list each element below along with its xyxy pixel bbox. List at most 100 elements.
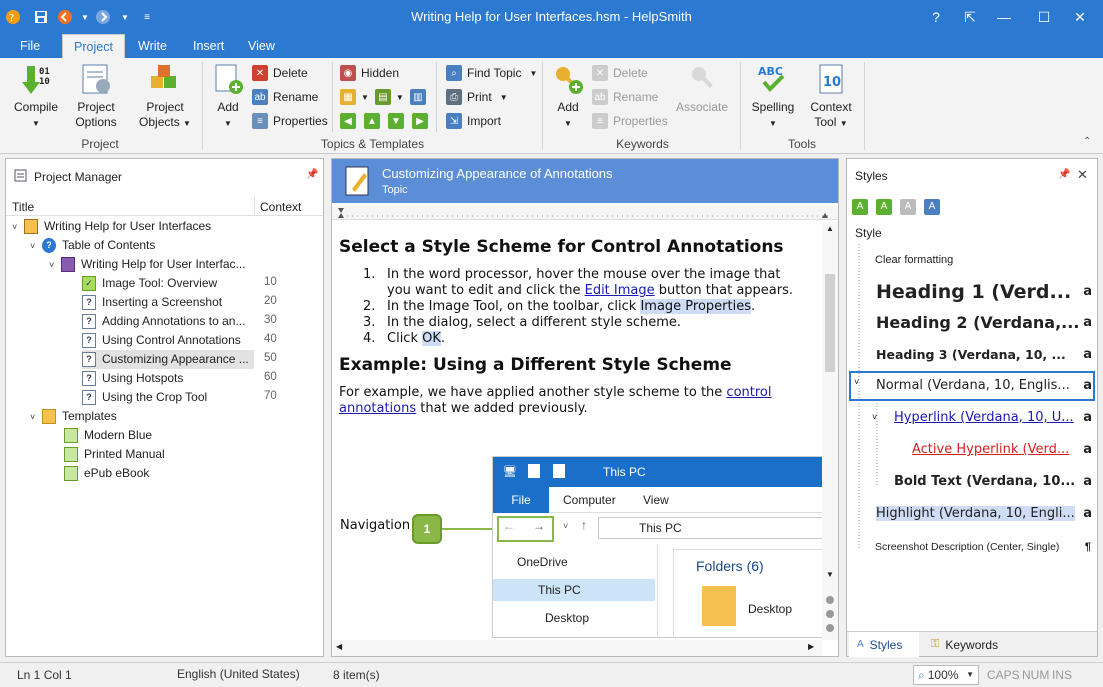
zoom-select[interactable]: ⌕ 100% ▼ — [913, 665, 979, 685]
chevron-down-icon[interactable]: ˅ — [30, 408, 42, 427]
pin-icon[interactable]: 📌 — [306, 169, 318, 180]
move-up-icon[interactable]: ▲ — [364, 113, 380, 129]
find-topic-button[interactable]: ⌕ Find Topic ▼ — [446, 63, 537, 83]
new-child-style-icon[interactable]: A — [876, 199, 892, 215]
move-right-icon[interactable]: ▶ — [412, 113, 428, 129]
ruler[interactable] — [332, 206, 838, 220]
layout-icon[interactable]: ▥ — [409, 89, 426, 105]
grid-icon[interactable]: ▦ — [340, 89, 356, 105]
edit-style-icon[interactable]: A — [924, 199, 940, 215]
keyword-properties-button[interactable]: ≡ Properties — [592, 111, 668, 131]
collapse-ribbon-icon[interactable]: ⌃ — [1083, 136, 1091, 147]
add-topic-button[interactable]: Add ▼ — [208, 62, 248, 131]
add-keyword-button[interactable]: Add ▼ — [548, 62, 588, 131]
maximize-button[interactable]: ☐ — [1027, 0, 1061, 34]
delete-keyword-button[interactable]: ✕ Delete — [592, 63, 648, 83]
tree-topic[interactable]: ? Using the Crop Tool — [82, 388, 207, 407]
document-body[interactable]: Select a Style Scheme for Control Annota… — [339, 237, 819, 417]
scroll-right-icon[interactable]: ▶ — [808, 642, 814, 651]
tree-topic[interactable]: ? Adding Annotations to an... — [82, 312, 245, 331]
chevron-down-icon[interactable]: ˅ — [854, 377, 859, 387]
style-highlight[interactable]: Highlight (Verdana, 10, Engli... a — [876, 504, 1092, 528]
customize-icon[interactable]: ≡ — [138, 8, 156, 26]
tree-topic[interactable]: ? Using Hotspots — [82, 369, 183, 388]
associate-button[interactable]: Associate — [674, 62, 730, 115]
tree-topic[interactable]: ? Using Control Annotations — [82, 331, 241, 350]
column-title[interactable]: Title — [12, 200, 34, 214]
template-icon[interactable]: ▤ — [374, 89, 391, 105]
browse-object-icon[interactable] — [826, 610, 834, 618]
column-context[interactable]: Context — [260, 200, 301, 214]
move-left-icon[interactable]: ◀ — [340, 113, 356, 129]
context-tool-button[interactable]: 10 Context Tool ▼ — [804, 62, 858, 131]
import-button[interactable]: ⇲ Import — [446, 111, 501, 131]
chevron-down-icon[interactable]: ˅ — [30, 237, 42, 256]
app-icon[interactable]: ? — [4, 8, 22, 26]
tree-template[interactable]: Modern Blue — [64, 426, 152, 445]
forward-icon[interactable] — [94, 8, 112, 26]
project-options-button[interactable]: Project Options — [68, 62, 124, 130]
back-dropdown-icon[interactable]: ▼ — [76, 8, 94, 26]
style-hyperlink[interactable]: Hyperlink (Verdana, 10, U... a — [894, 408, 1092, 432]
style-heading1[interactable]: Heading 1 (Verd... a — [876, 278, 1092, 306]
tab-insert[interactable]: Insert — [185, 34, 232, 58]
minimize-button[interactable]: — — [987, 0, 1021, 34]
control-link[interactable]: control — [726, 385, 771, 400]
tree-templates-folder[interactable]: ˅ Templates — [30, 407, 117, 426]
vertical-scrollbar[interactable]: ▲ ▼ — [822, 222, 838, 640]
project-objects-button[interactable]: Project Objects ▼ — [135, 62, 195, 131]
rename-keyword-button[interactable]: ab Rename — [592, 87, 658, 107]
scroll-left-icon[interactable]: ◀ — [336, 642, 342, 651]
style-heading3[interactable]: Heading 3 (Verdana, 10, ... a — [876, 344, 1092, 368]
close-icon[interactable]: ✕ — [1077, 167, 1088, 183]
tab-keywords[interactable]: ⚿ Keywords — [929, 632, 1019, 657]
style-clear-formatting[interactable]: Clear formatting — [875, 251, 1103, 275]
spelling-button[interactable]: ABC Spelling ▼ — [746, 62, 800, 131]
close-button[interactable]: ✕ — [1063, 0, 1097, 34]
tab-write[interactable]: Write — [130, 34, 175, 58]
pin-icon[interactable]: 📌 — [1058, 169, 1070, 180]
tree-template[interactable]: Printed Manual — [64, 445, 165, 464]
tree-topic[interactable]: ✓ Image Tool: Overview — [82, 274, 217, 293]
back-icon[interactable] — [56, 8, 74, 26]
language-indicator[interactable]: English (United States) — [177, 667, 300, 681]
browse-next-icon[interactable] — [826, 624, 834, 632]
tab-styles[interactable]: A Styles — [849, 632, 919, 657]
scroll-up-icon[interactable]: ▲ — [822, 224, 838, 233]
tab-view[interactable]: View — [240, 34, 283, 58]
horizontal-scrollbar[interactable]: ◀ ▶ — [332, 640, 822, 656]
tree-topic-selected[interactable]: ? Customizing Appearance ... — [82, 350, 254, 369]
tree-toc[interactable]: ˅? Table of Contents — [30, 236, 155, 255]
style-normal[interactable]: Normal (Verdana, 10, Englis... a — [876, 376, 1092, 400]
chevron-down-icon[interactable]: ˅ — [49, 256, 61, 275]
style-bold-text[interactable]: Bold Text (Verdana, 10... a — [894, 472, 1092, 496]
hidden-button[interactable]: ◉ Hidden — [340, 63, 399, 83]
help-button[interactable]: ? — [919, 0, 953, 34]
rename-topic-button[interactable]: ab Rename — [252, 87, 318, 107]
print-button[interactable]: ⎙ Print ▼ — [446, 87, 508, 107]
forward-dropdown-icon[interactable]: ▼ — [116, 8, 134, 26]
delete-topic-button[interactable]: ✕ Delete — [252, 63, 308, 83]
style-active-hyperlink[interactable]: Active Hyperlink (Verd... a — [912, 440, 1092, 464]
ribbon-display-button[interactable]: ⇱ — [953, 0, 987, 34]
tree-template[interactable]: ePub eBook — [64, 464, 149, 483]
style-screenshot-description[interactable]: Screenshot Description (Center, Single) ¶ — [875, 538, 1091, 562]
move-down-icon[interactable]: ▼ — [388, 113, 404, 129]
tab-file[interactable]: File — [12, 34, 48, 58]
new-style-icon[interactable]: A — [852, 199, 868, 215]
delete-style-icon[interactable]: A — [900, 199, 916, 215]
embedded-screenshot[interactable]: 🖥 This PC File Computer View ← → ˅ ↑ Thi… — [492, 456, 823, 638]
tree-topic[interactable]: ? Inserting a Screenshot — [82, 293, 222, 312]
annotations-link[interactable]: annotations — [339, 401, 416, 416]
chevron-down-icon[interactable]: ˅ — [872, 412, 877, 422]
tab-project[interactable]: Project — [62, 34, 125, 59]
scroll-thumb[interactable] — [825, 274, 835, 372]
topic-properties-button[interactable]: ≡ Properties — [252, 111, 328, 131]
compile-button[interactable]: 01 10 Compile ▼ — [8, 62, 64, 131]
style-heading2[interactable]: Heading 2 (Verdana,... a — [876, 311, 1092, 335]
browse-prev-icon[interactable] — [826, 596, 834, 604]
chevron-down-icon[interactable]: ˅ — [12, 218, 24, 237]
tree-book[interactable]: ˅ Writing Help for User Interfac... — [49, 255, 246, 274]
tree-root[interactable]: ˅ Writing Help for User Interfaces — [12, 217, 211, 236]
edit-image-link[interactable]: Edit Image — [585, 283, 655, 298]
